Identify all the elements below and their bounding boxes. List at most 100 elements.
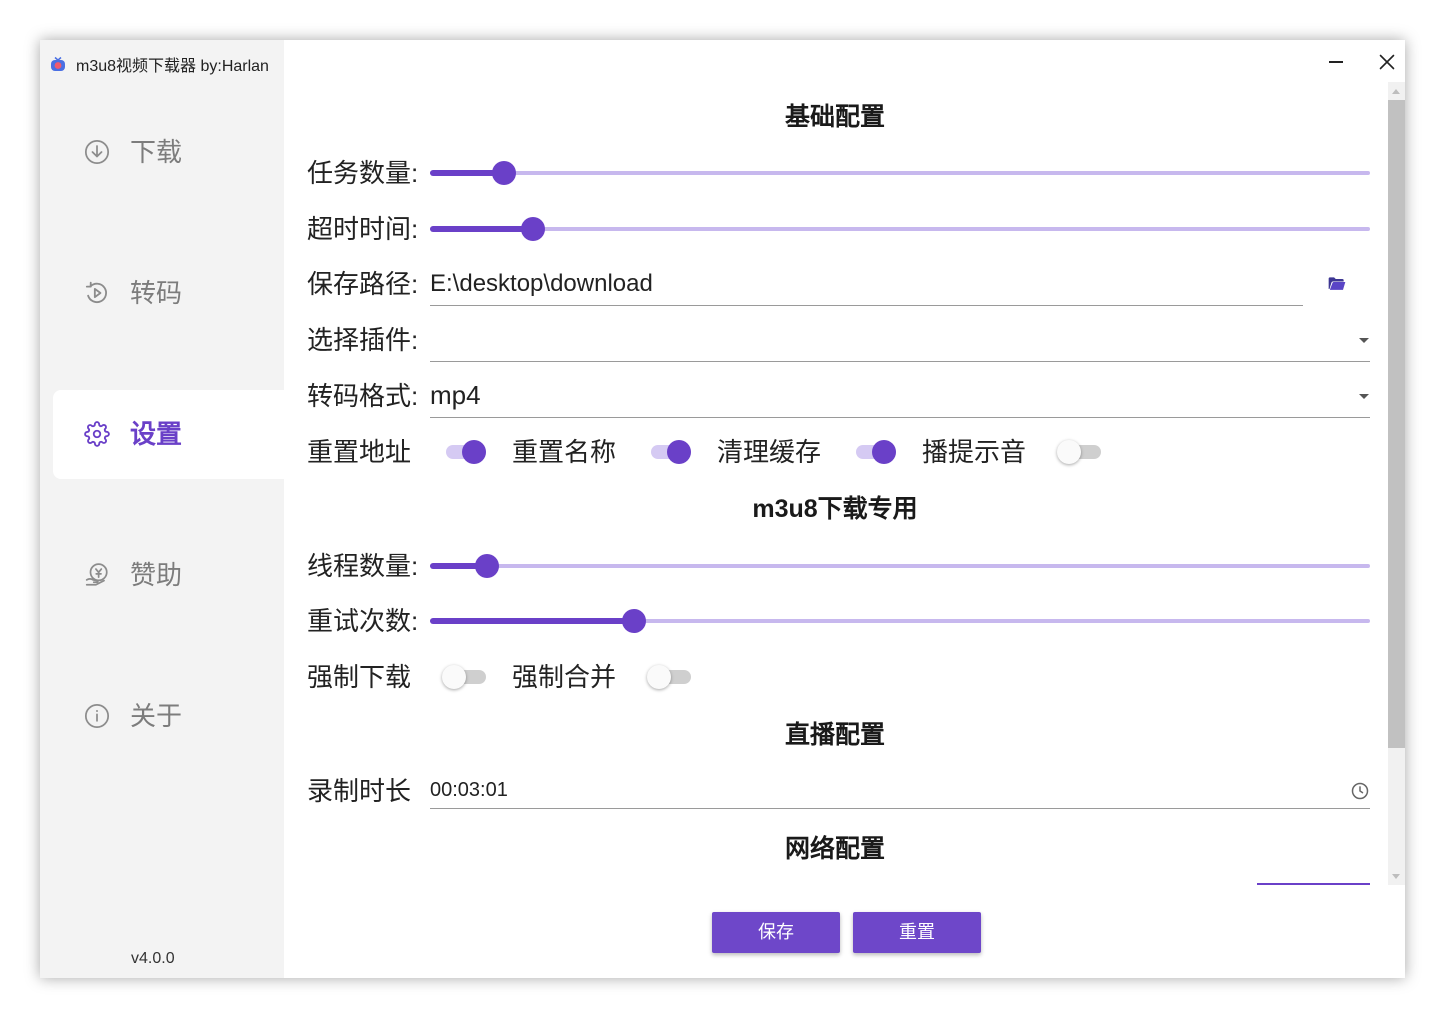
plugin-select[interactable]: [430, 318, 1370, 362]
save-path-label: 保存路径:: [307, 269, 419, 299]
plugin-row: 选择插件:: [307, 318, 1370, 362]
format-select[interactable]: mp4: [430, 374, 1370, 418]
timeout-label: 超时时间:: [307, 214, 419, 244]
retries-label: 重试次数:: [307, 606, 419, 636]
scroll-down-arrow-icon[interactable]: [1392, 874, 1400, 879]
download-icon: [84, 139, 110, 165]
switch-thumb[interactable]: [462, 440, 486, 464]
format-select-value: mp4: [430, 380, 481, 410]
plugin-select-field[interactable]: [430, 318, 1370, 362]
task-count-label: 任务数量:: [307, 158, 419, 188]
transcode-icon: [84, 280, 110, 306]
m3u8-toggles-row: 强制下载 强制合并: [307, 655, 717, 699]
toggle-label: 播提示音: [922, 437, 1027, 467]
clock-icon[interactable]: [1350, 781, 1370, 801]
window-title-text: m3u8视频下载器 by:Harlan: [76, 58, 269, 75]
folder-open-icon[interactable]: [1327, 274, 1347, 294]
version-label: v4.0.0: [131, 950, 175, 967]
toggle-label: 重置地址: [307, 437, 412, 467]
record-duration-value: 00:03:01: [430, 779, 508, 801]
format-label: 转码格式:: [307, 381, 419, 411]
sidebar-item-label: 赞助: [130, 560, 183, 590]
chevron-down-icon[interactable]: [1359, 394, 1369, 399]
play-sound-switch[interactable]: [1057, 440, 1101, 464]
settings-panel: 基础配置 任务数量: 超时时间: 保存路径: E:\desktop\downlo…: [284, 40, 1405, 978]
timeout-slider[interactable]: [430, 207, 1370, 251]
scrollbar-thumb[interactable]: [1388, 100, 1405, 748]
section-heading-live: 直播配置: [784, 721, 885, 749]
donate-icon: [84, 562, 110, 588]
save-path-input[interactable]: E:\desktop\download: [430, 262, 1303, 306]
threads-row: 线程数量:: [307, 544, 1370, 588]
sidebar-item-settings[interactable]: 设置: [53, 390, 284, 479]
sidebar-item-about[interactable]: 关于: [53, 672, 284, 761]
clipped-control-edge: [1257, 883, 1370, 885]
clear-cache-toggle-group: 清理缓存: [717, 430, 922, 474]
sidebar-item-label: 转码: [130, 278, 183, 308]
force-merge-switch[interactable]: [647, 665, 691, 689]
save-path-value: E:\desktop\download: [430, 270, 653, 297]
reset-url-toggle-group: 重置地址: [307, 430, 512, 474]
plugin-label: 选择插件:: [307, 325, 419, 355]
timeout-row: 超时时间:: [307, 207, 1370, 251]
slider-fill: [430, 618, 634, 624]
sidebar-item-label: 下载: [130, 137, 183, 167]
info-icon: [84, 703, 110, 729]
sidebar-item-download[interactable]: 下载: [53, 108, 284, 197]
force-download-switch[interactable]: [442, 665, 486, 689]
switch-thumb[interactable]: [647, 665, 671, 689]
slider-track[interactable]: [430, 227, 1370, 231]
slider-track[interactable]: [430, 171, 1370, 175]
toggle-label: 强制下载: [307, 662, 412, 692]
chevron-down-icon[interactable]: [1359, 338, 1369, 343]
slider-thumb[interactable]: [492, 161, 517, 185]
play-sound-toggle-group: 播提示音: [922, 430, 1127, 474]
record-duration-label: 录制时长: [307, 776, 412, 806]
reset-button[interactable]: 重置: [853, 912, 981, 953]
record-duration-input[interactable]: 00:03:01: [430, 773, 1370, 809]
sidebar-item-label: 设置: [130, 419, 183, 449]
force-merge-toggle-group: 强制合并: [512, 655, 717, 699]
threads-slider[interactable]: [430, 544, 1370, 588]
record-duration-control: 00:03:01: [430, 769, 1370, 813]
slider-thumb[interactable]: [521, 217, 546, 241]
toggle-label: 强制合并: [512, 662, 617, 692]
save-path-control: E:\desktop\download: [430, 262, 1370, 306]
slider-thumb[interactable]: [621, 609, 646, 633]
section-heading-m3u8: m3u8下载专用: [752, 495, 918, 523]
basic-toggles-row: 重置地址 重置名称 清理缓存 播提示音: [307, 430, 1127, 474]
task-count-slider[interactable]: [430, 151, 1370, 195]
slider-fill: [430, 226, 534, 232]
clear-cache-switch[interactable]: [856, 440, 896, 464]
save-button[interactable]: 保存: [712, 912, 840, 953]
retries-slider[interactable]: [430, 599, 1370, 643]
switch-thumb[interactable]: [872, 440, 896, 464]
vertical-scrollbar[interactable]: [1388, 82, 1405, 885]
section-heading-network: 网络配置: [784, 835, 885, 863]
reset-name-toggle-group: 重置名称: [512, 430, 717, 474]
app-icon: [50, 56, 66, 72]
sidebar: m3u8视频下载器 by:Harlan 下载 转码 设置 赞助 关于 v4.0.…: [40, 40, 284, 978]
switch-thumb[interactable]: [1057, 440, 1081, 464]
sidebar-item-donate[interactable]: 赞助: [53, 531, 284, 620]
switch-thumb[interactable]: [667, 440, 691, 464]
retries-row: 重试次数:: [307, 599, 1370, 643]
reset-url-switch[interactable]: [446, 440, 486, 464]
app-window: m3u8视频下载器 by:Harlan 下载 转码 设置 赞助 关于 v4.0.…: [40, 40, 1405, 978]
toggle-label: 清理缓存: [717, 437, 822, 467]
sidebar-item-transcode[interactable]: 转码: [53, 249, 284, 338]
switch-thumb[interactable]: [442, 665, 466, 689]
force-download-toggle-group: 强制下载: [307, 655, 512, 699]
format-row: 转码格式: mp4: [307, 374, 1370, 418]
settings-scroll-area[interactable]: 基础配置 任务数量: 超时时间: 保存路径: E:\desktop\downlo…: [284, 40, 1388, 885]
toggle-label: 重置名称: [512, 437, 617, 467]
section-heading-basic: 基础配置: [784, 103, 885, 131]
format-select-field[interactable]: mp4: [430, 374, 1370, 418]
slider-track[interactable]: [430, 564, 1370, 568]
slider-thumb[interactable]: [475, 554, 500, 578]
scroll-up-arrow-icon[interactable]: [1392, 89, 1400, 94]
gear-icon: [84, 421, 110, 447]
reset-name-switch[interactable]: [651, 440, 691, 464]
save-path-row: 保存路径: E:\desktop\download: [307, 262, 1370, 306]
window-title: m3u8视频下载器 by:Harlan: [50, 52, 269, 76]
